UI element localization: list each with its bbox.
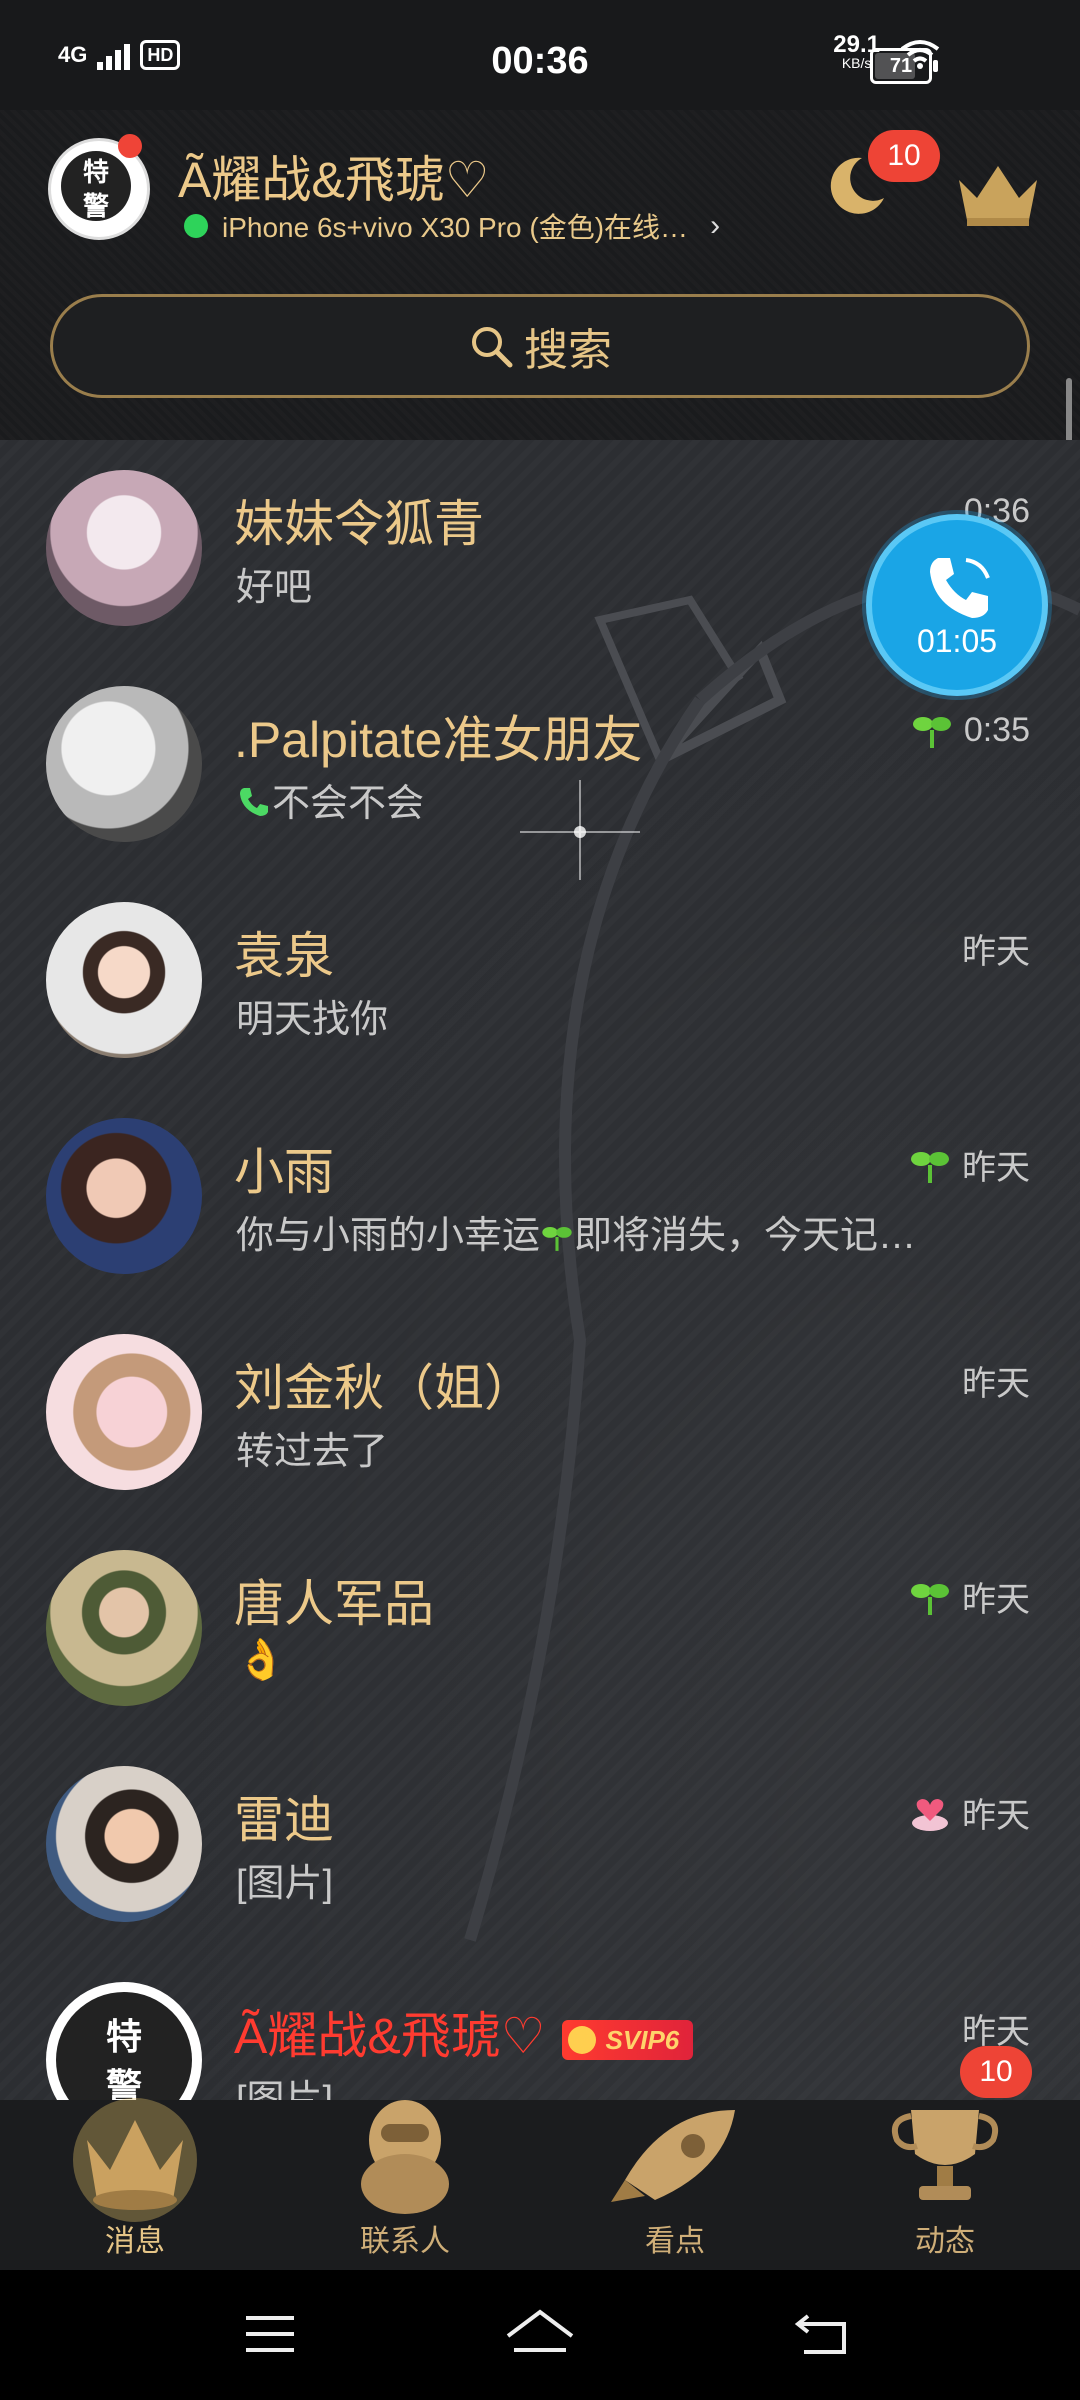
ok-hand-icon: 👌	[236, 1638, 286, 1682]
conversation-row[interactable]: 唐人军品 👌 昨天	[0, 1520, 1080, 1736]
contact-avatar	[46, 1550, 202, 1706]
tab-label: 消息	[105, 2225, 165, 2258]
system-nav-bar	[0, 2270, 1080, 2400]
swat-emblem-icon: 特警	[61, 151, 131, 221]
tab-discover[interactable]: 看点	[540, 2100, 810, 2270]
contact-name: 妹妹令狐青	[234, 496, 484, 552]
conversation-row[interactable]: 袁泉 明天找你 昨天	[0, 872, 1080, 1088]
search-icon	[472, 327, 513, 368]
sprout-icon	[911, 1151, 949, 1183]
conversation-row[interactable]: 雷迪 [图片] 昨天	[0, 1736, 1080, 1952]
time-text: 昨天	[962, 1581, 1030, 1619]
avatar-notification-dot	[118, 134, 142, 158]
online-status[interactable]: iPhone 6s+vivo X30 Pro (金色)在线… ›	[184, 206, 720, 246]
last-message: 转过去了	[236, 1431, 389, 1473]
contact-name: Ã耀战&飛琥♡ SVIP6	[234, 1996, 694, 2068]
status-bar: 4G HD 00:36 29.1 KB/s 71	[0, 0, 1080, 110]
header: 特警 Ã耀战&飛琥♡ iPhone 6s+vivo X30 Pro (金色)在线…	[0, 110, 1080, 526]
contact-name-text: Ã耀战&飛琥♡	[234, 2008, 546, 2064]
online-dot-icon	[184, 214, 208, 238]
message-time: 昨天	[962, 924, 1030, 973]
message-time: 0:35	[910, 708, 1030, 752]
crown-icon	[73, 2098, 197, 2222]
svip-badge: SVIP6	[561, 2019, 694, 2060]
conversation-row[interactable]: 刘金秋（姐） 转过去了 昨天	[0, 1304, 1080, 1520]
contact-name: 雷迪	[234, 1792, 334, 1848]
menu-icon[interactable]	[238, 2302, 302, 2366]
chevron-right-icon: ›	[710, 209, 721, 242]
last-message: [图片]	[236, 1863, 334, 1905]
home-icon[interactable]	[502, 2302, 578, 2366]
message-time: 昨天	[908, 1788, 1030, 1837]
time-text: 0:35	[963, 710, 1030, 749]
contact-avatar	[46, 1118, 202, 1274]
conversation-row[interactable]: .Palpitate准女朋友 不会不会 0:35	[0, 656, 1080, 872]
sprout-icon	[912, 717, 951, 748]
online-status-text: iPhone 6s+vivo X30 Pro (金色)在线…	[222, 212, 689, 243]
message-time: 昨天	[962, 1356, 1030, 1405]
search-placeholder: 搜索	[524, 326, 612, 375]
last-message-suffix: 即将消失，今天记…	[574, 1215, 917, 1257]
sprout-icon	[542, 1226, 572, 1251]
contact-name: 袁泉	[234, 928, 334, 984]
contact-name: 刘金秋（姐）	[234, 1360, 534, 1416]
last-message-text: 不会不会	[272, 783, 425, 825]
contact-avatar	[46, 1334, 202, 1490]
contact-name: 小雨	[234, 1144, 334, 1200]
tab-label: 联系人	[360, 2225, 450, 2258]
sprout-icon	[911, 1583, 949, 1615]
last-message: 不会不会	[236, 772, 1016, 827]
message-time: 昨天	[908, 1140, 1030, 1189]
crown-icon[interactable]	[955, 158, 1041, 228]
message-time: 昨天	[908, 1572, 1030, 1621]
back-icon[interactable]	[792, 2302, 856, 2366]
moments-badge: 10	[960, 2046, 1032, 2098]
time-text: 昨天	[962, 1149, 1030, 1187]
time-text: 昨天	[962, 933, 1030, 971]
phone-icon	[930, 558, 990, 618]
tab-messages[interactable]: 消息	[0, 2098, 270, 2270]
contact-name: 唐人军品	[234, 1576, 434, 1632]
penguin-icon	[361, 2100, 449, 2214]
contact-avatar	[46, 470, 202, 626]
battery-icon: 71	[870, 48, 938, 84]
contact-name: .Palpitate准女朋友	[234, 712, 643, 768]
trophy-icon	[891, 2110, 999, 2200]
tab-contacts[interactable]: 联系人	[270, 2100, 540, 2270]
conversation-row[interactable]: 小雨 你与小雨的小幸运 即将消失，今天记… 昨天	[0, 1088, 1080, 1304]
last-message: 你与小雨的小幸运 即将消失，今天记…	[236, 1204, 1016, 1259]
last-message: 👌	[236, 1636, 1016, 1683]
tab-label: 动态	[915, 2225, 975, 2258]
time-text: 昨天	[962, 1797, 1030, 1835]
self-nickname[interactable]: Ã耀战&飛琥♡	[178, 140, 490, 212]
call-duration: 01:05	[916, 623, 998, 659]
rocket-icon	[611, 2110, 735, 2202]
contact-avatar	[46, 1766, 202, 1922]
battery-level: 71	[889, 55, 913, 77]
phone-icon	[240, 788, 268, 816]
moon-badge: 10	[868, 130, 940, 182]
conversation-list[interactable]: 妹妹令狐青 好吧 0:36 .Palpitate准女朋友 不会不会 0:35 袁…	[0, 440, 1080, 2100]
ongoing-call-bubble[interactable]: 01:05	[866, 514, 1048, 696]
contact-avatar	[46, 902, 202, 1058]
tab-moments[interactable]: 动态	[810, 2100, 1080, 2270]
heart-icon	[912, 1798, 948, 1831]
bottom-tab-bar: 消息 联系人 看点 动态	[0, 2098, 1080, 2270]
last-message-text: 你与小雨的小幸运	[236, 1215, 541, 1257]
conversation-row[interactable]: 特警 Ã耀战&飛琥♡ SVIP6 [图片] 昨天	[0, 1952, 1080, 2100]
search-bar[interactable]: 搜索	[50, 294, 1030, 398]
tab-label: 看点	[645, 2225, 705, 2258]
time-text: 昨天	[962, 1365, 1030, 1403]
contact-avatar	[46, 686, 202, 842]
last-message: 明天找你	[236, 999, 389, 1041]
